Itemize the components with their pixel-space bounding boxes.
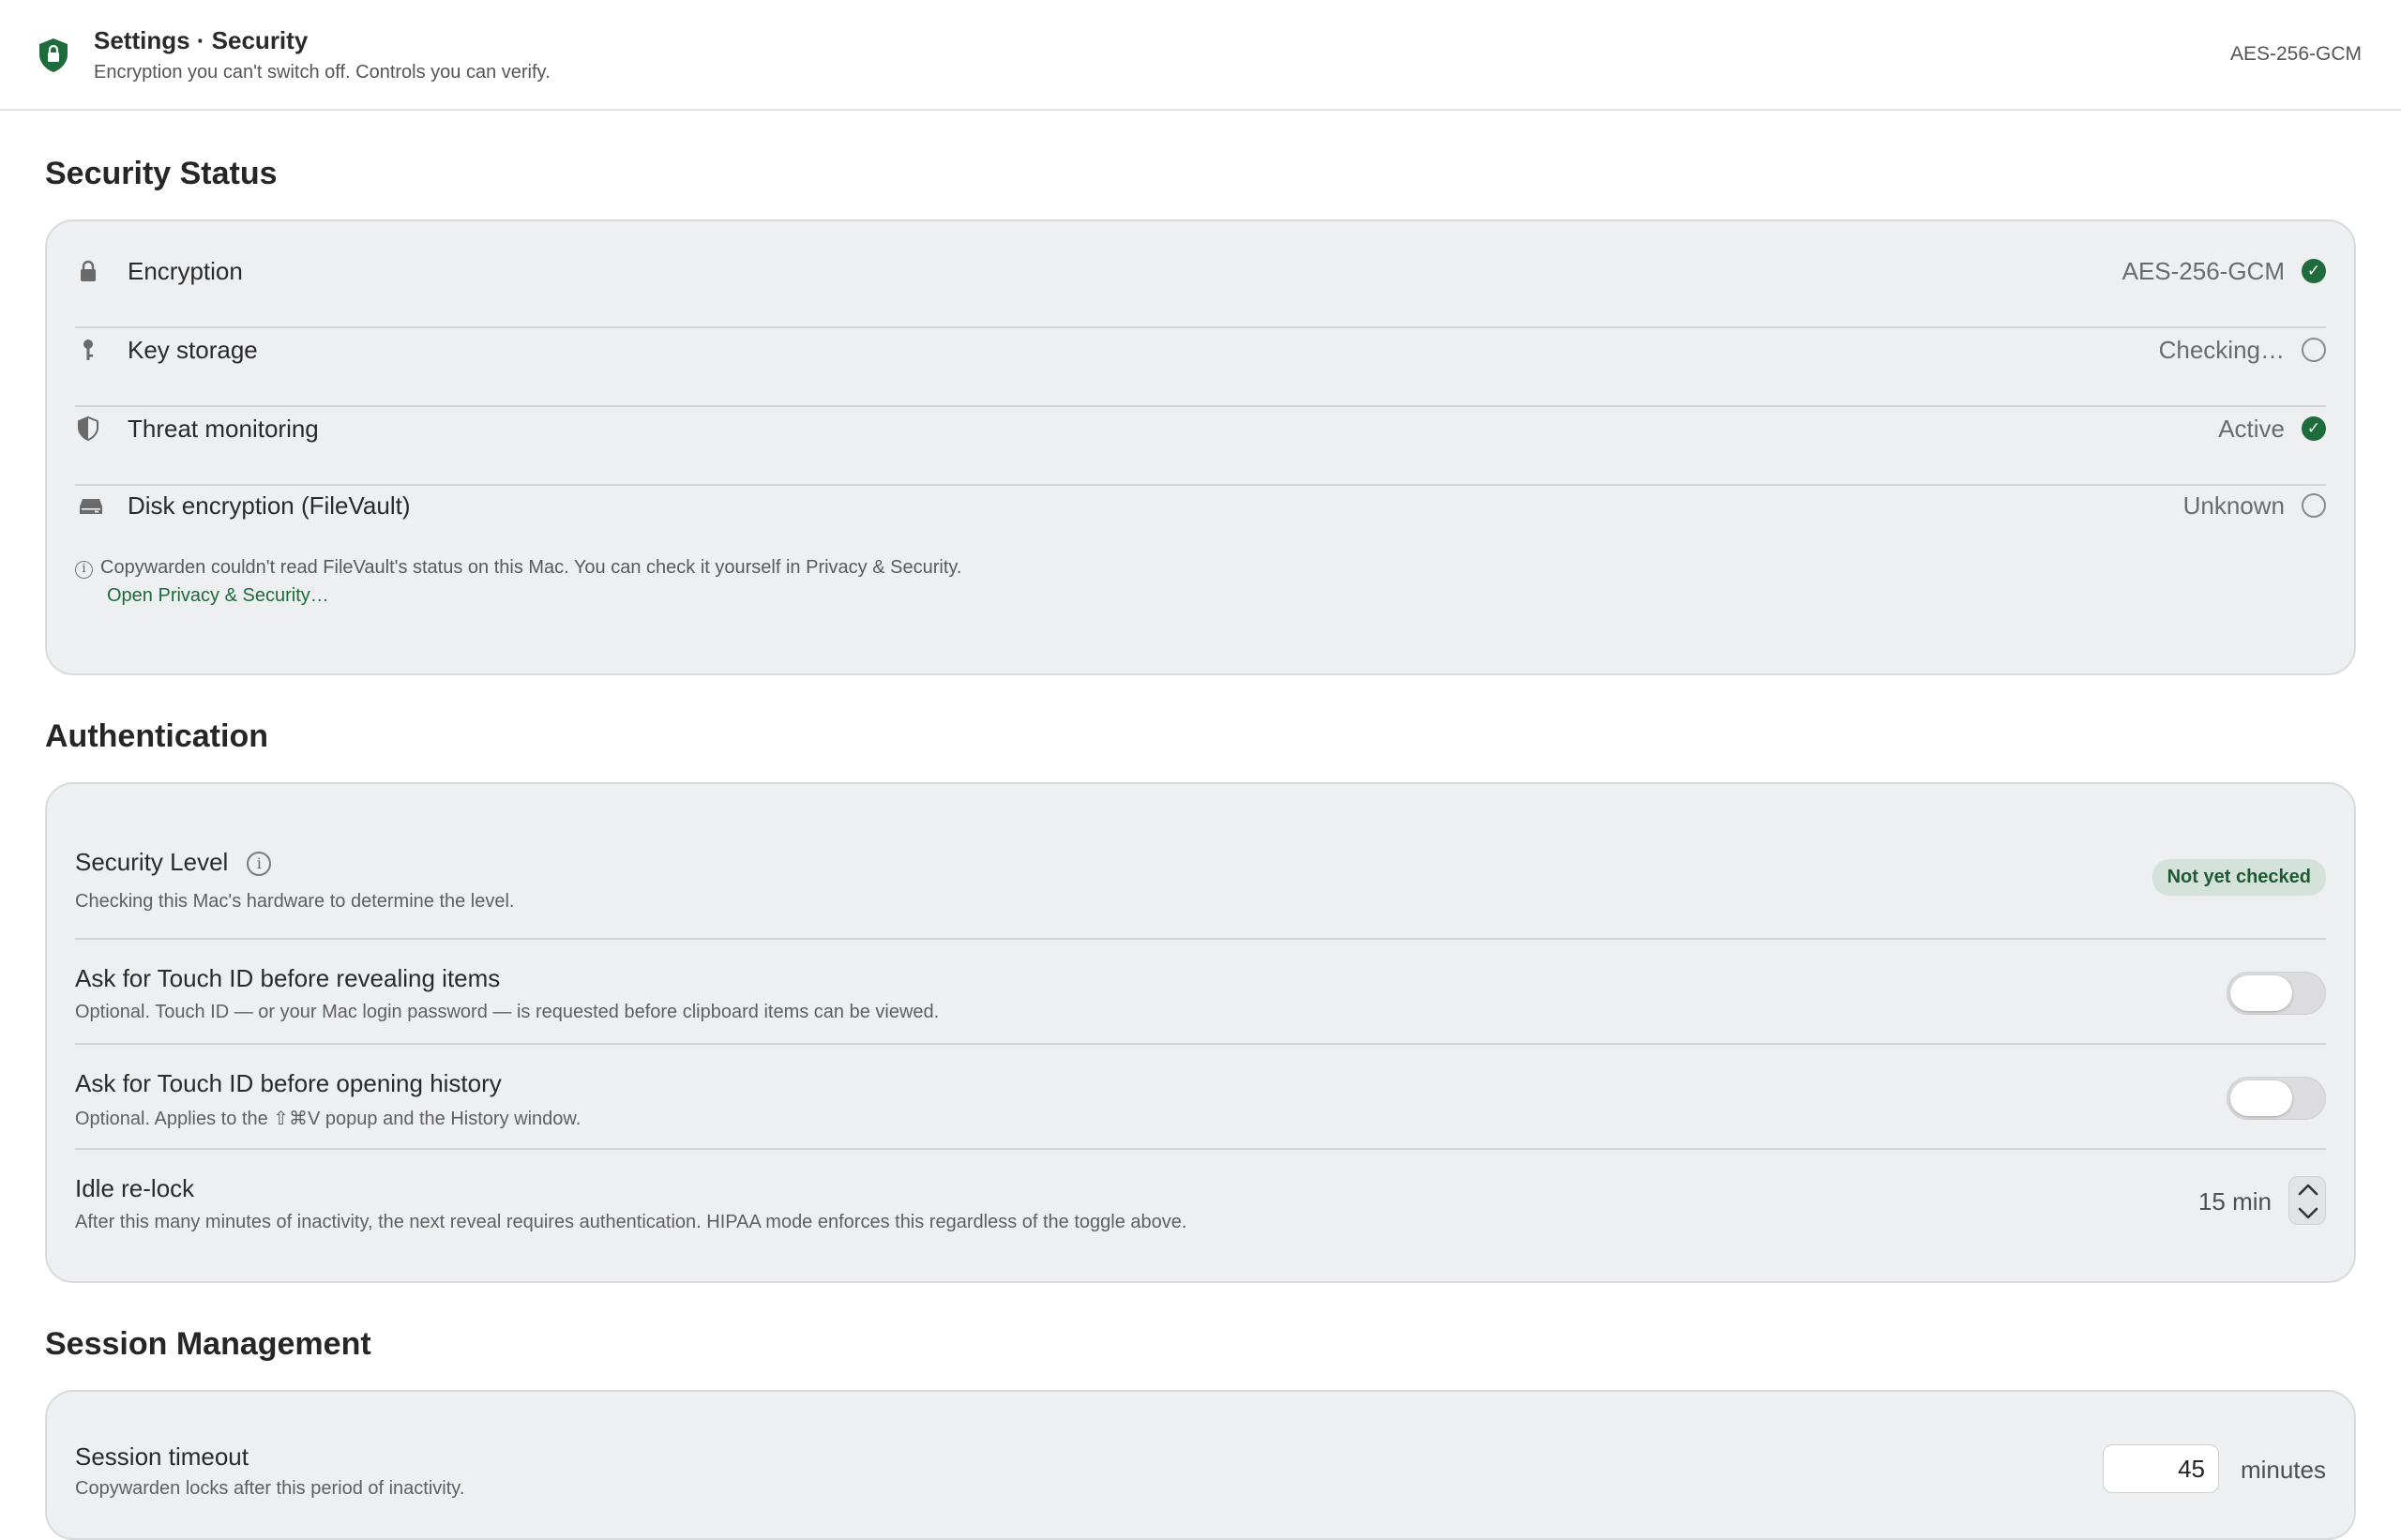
session-timeout-description: Copywarden locks after this period of in… xyxy=(75,1478,465,1499)
security-level-description: Checking this Mac's hardware to determin… xyxy=(75,891,515,912)
open-privacy-security-link[interactable]: Open Privacy & Security… xyxy=(107,585,329,607)
session-card: Session timeout Copywarden locks after t… xyxy=(45,1390,2356,1540)
security-level-label: Security Level i xyxy=(75,848,272,877)
security-level-text: Security Level xyxy=(75,848,229,876)
check-icon: ✓ xyxy=(2302,259,2326,283)
touch-id-history-label: Ask for Touch ID before opening history xyxy=(75,1069,502,1097)
session-timeout-input[interactable] xyxy=(2103,1444,2219,1493)
status-value: Active xyxy=(2218,415,2285,443)
key-icon xyxy=(83,340,93,360)
toggle-knob xyxy=(2230,1080,2292,1116)
security-status-heading: Security Status xyxy=(45,156,278,191)
chevron-down-icon[interactable] xyxy=(2289,1201,2327,1226)
touch-id-history-row: Ask for Touch ID before opening history … xyxy=(47,1045,2354,1150)
session-timeout-row: Session timeout Copywarden locks after t… xyxy=(47,1392,2354,1514)
status-label: Disk encryption (FileVault) xyxy=(128,491,411,520)
status-label: Encryption xyxy=(128,257,243,285)
chevron-up-icon[interactable] xyxy=(2289,1177,2327,1201)
page-title: Settings · Security xyxy=(94,26,309,54)
pending-circle-icon xyxy=(2302,338,2326,362)
status-badge: Not yet checked xyxy=(2152,859,2326,896)
encryption-badge: AES-256-GCM xyxy=(2229,43,2362,65)
idle-relock-stepper[interactable] xyxy=(2288,1176,2326,1225)
lock-icon xyxy=(81,260,96,281)
check-icon: ✓ xyxy=(2302,416,2326,441)
note-text: Copywarden couldn't read FileVault's sta… xyxy=(100,557,962,578)
idle-relock-value: 15 min xyxy=(2197,1187,2272,1215)
status-row-key-storage: Key storage Checking… xyxy=(47,321,2354,377)
status-value: AES-256-GCM xyxy=(2122,257,2285,285)
shield-icon xyxy=(78,416,98,441)
status-value: Checking… xyxy=(2158,336,2285,364)
touch-id-history-toggle[interactable] xyxy=(2227,1077,2326,1120)
touch-id-reveal-toggle[interactable] xyxy=(2227,972,2326,1015)
status-row-disk-encryption: Disk encryption (FileVault) Unknown xyxy=(47,476,2354,533)
authentication-heading: Authentication xyxy=(45,718,268,754)
idle-relock-description: After this many minutes of inactivity, t… xyxy=(75,1212,1187,1232)
page-subtitle: Encryption you can't switch off. Control… xyxy=(94,62,551,83)
session-management-heading: Session Management xyxy=(45,1326,371,1362)
touch-id-reveal-row: Ask for Touch ID before revealing items … xyxy=(47,940,2354,1045)
status-label: Key storage xyxy=(128,336,258,364)
authentication-card: Security Level i Checking this Mac's hard… xyxy=(45,782,2356,1283)
session-timeout-label: Session timeout xyxy=(75,1442,249,1471)
header-bar: Settings · Security Encryption you can't… xyxy=(0,0,2401,111)
touch-id-reveal-description: Optional. Touch ID — or your Mac login p… xyxy=(75,1002,940,1022)
disk-icon xyxy=(80,499,102,514)
idle-relock-label: Idle re-lock xyxy=(75,1174,195,1202)
info-icon[interactable]: i xyxy=(247,852,272,876)
toggle-knob xyxy=(2230,975,2292,1011)
filevault-note: i Copywarden couldn't read FileVault's st… xyxy=(75,557,961,579)
touch-id-reveal-label: Ask for Touch ID before revealing items xyxy=(75,964,501,992)
shield-lock-icon xyxy=(39,38,68,72)
security-level-row: Security Level i Checking this Mac's hard… xyxy=(47,784,2354,940)
security-status-card: Encryption AES-256-GCM ✓ Key storage Che… xyxy=(45,219,2356,675)
touch-id-history-description: Optional. Applies to the ⇧⌘V popup and t… xyxy=(75,1109,581,1129)
status-row-threat-monitoring: Threat monitoring Active ✓ xyxy=(47,400,2354,456)
session-timeout-unit: minutes xyxy=(2240,1456,2326,1484)
idle-relock-row: Idle re-lock After this many minutes of … xyxy=(47,1150,2354,1272)
status-row-encryption: Encryption AES-256-GCM ✓ xyxy=(47,242,2354,298)
status-label: Threat monitoring xyxy=(128,415,319,443)
status-value: Unknown xyxy=(2182,491,2285,520)
info-icon: i xyxy=(75,561,93,579)
pending-circle-icon xyxy=(2302,493,2326,518)
